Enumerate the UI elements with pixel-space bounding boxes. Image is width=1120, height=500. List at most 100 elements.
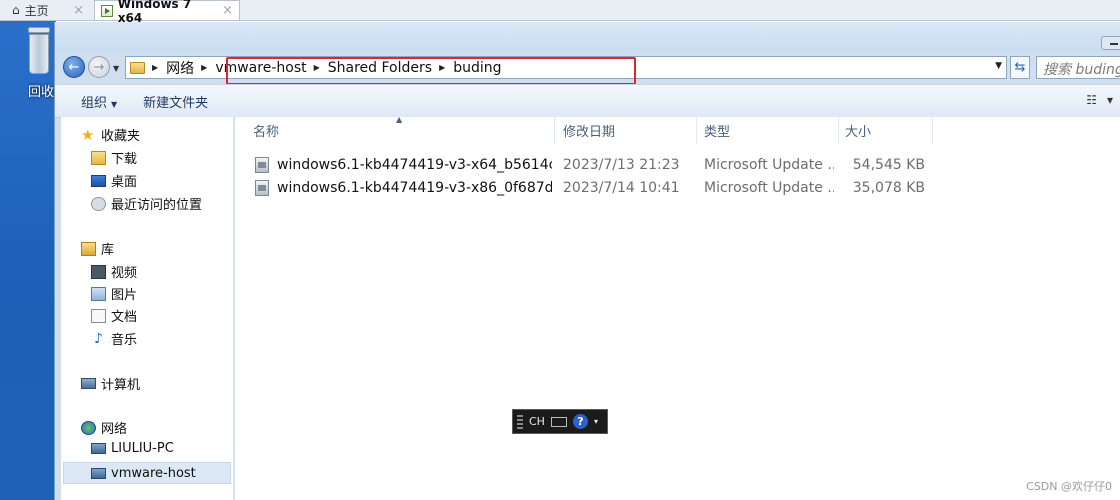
refresh-button[interactable]: ⇆ <box>1010 56 1030 79</box>
chevron-right-icon[interactable]: ▶ <box>314 63 320 72</box>
refresh-icon: ⇆ <box>1014 60 1026 75</box>
arrow-left-icon: ← <box>68 59 80 75</box>
grip-handle-icon[interactable] <box>517 414 523 429</box>
watermark: CSDN @欢仔仔0 <box>1026 480 1112 493</box>
sidebar-item-pictures[interactable]: 图片 <box>91 284 137 303</box>
network-computer-icon <box>91 467 106 479</box>
sidebar-item-label: 收藏夹 <box>101 129 141 144</box>
chevron-right-icon[interactable]: ▶ <box>201 63 207 72</box>
sidebar-item-label: 桌面 <box>111 175 138 190</box>
network-globe-icon <box>81 420 96 435</box>
computer-icon <box>81 378 96 389</box>
sidebar-item-vmware-host[interactable]: vmware-host <box>63 462 231 484</box>
folder-icon <box>130 61 145 74</box>
sidebar-item-label: 视频 <box>111 266 138 281</box>
sidebar-item-label: 库 <box>101 243 115 258</box>
file-size: 54,545 KB <box>852 157 925 173</box>
sidebar-item-libraries[interactable]: 库 <box>81 239 114 258</box>
vm-icon <box>101 4 113 17</box>
document-library-icon <box>91 308 106 323</box>
sidebar-item-label: 网络 <box>101 422 128 437</box>
sidebar-item-label: 图片 <box>111 288 138 303</box>
sidebar-item-label: 计算机 <box>101 378 141 393</box>
input-language-label[interactable]: CH <box>529 415 545 428</box>
address-bar[interactable]: ▶ 网络 ▶ vmware-host ▶ Shared Folders ▶ bu… <box>125 56 1007 85</box>
sidebar-item-downloads[interactable]: 下载 <box>91 148 137 167</box>
sidebar-item-label: vmware-host <box>111 465 196 481</box>
host-tab-vm[interactable]: Windows 7 x64 × <box>94 0 240 25</box>
keyboard-icon[interactable] <box>550 416 567 427</box>
file-name: windows6.1-kb4474419-v3-x86_0f687d5... <box>277 180 552 196</box>
sidebar-item-label: 文档 <box>111 310 138 325</box>
sidebar-item-recent-places[interactable]: 最近访问的位置 <box>91 194 202 213</box>
recycle-bin-icon[interactable] <box>26 27 52 75</box>
recent-places-icon <box>91 196 106 211</box>
file-date: 2023/7/13 21:23 <box>563 157 680 173</box>
help-icon[interactable]: ? <box>572 414 588 429</box>
star-icon: ★ <box>81 125 95 144</box>
window-titlebar <box>55 22 1120 52</box>
library-icon <box>81 241 96 256</box>
close-icon[interactable]: × <box>222 3 233 18</box>
language-bar[interactable]: CH ? ▾ <box>512 409 608 434</box>
chevron-right-icon[interactable]: ▶ <box>439 63 445 72</box>
desktop-icon <box>91 174 106 187</box>
host-tab-vm-label: Windows 7 x64 <box>117 0 192 25</box>
sidebar-item-music[interactable]: ♪ 音乐 <box>91 329 138 349</box>
arrow-right-icon: → <box>93 59 105 75</box>
breadcrumb-shared-folders[interactable]: Shared Folders <box>328 60 432 76</box>
sidebar-item-favorites[interactable]: ★ 收藏夹 <box>81 125 140 144</box>
breadcrumb-vmware-host[interactable]: vmware-host <box>215 60 306 76</box>
sidebar-item-computer[interactable]: 计算机 <box>81 374 140 393</box>
sidebar-item-documents[interactable]: 文档 <box>91 306 137 325</box>
downloads-folder-icon <box>91 150 106 165</box>
picture-library-icon <box>91 286 106 301</box>
sidebar-item-label: 下载 <box>111 152 138 167</box>
organize-button[interactable]: 组织 ▼ <box>81 92 117 111</box>
search-input[interactable]: 搜索 buding <box>1036 56 1120 79</box>
command-toolbar: 组织 ▼ 新建文件夹 ☷ ▾ <box>55 84 1120 118</box>
new-folder-button[interactable]: 新建文件夹 <box>143 92 208 111</box>
sidebar-item-network[interactable]: 网络 <box>81 418 127 437</box>
sidebar-item-liuliu-pc[interactable]: LIULIU-PC <box>91 441 174 456</box>
sidebar-item-label: 最近访问的位置 <box>111 198 203 213</box>
organize-label: 组织 <box>81 95 108 111</box>
address-dropdown-icon[interactable]: ▼ <box>995 61 1002 71</box>
column-header-type[interactable]: 类型 <box>697 117 839 144</box>
breadcrumb-buding[interactable]: buding <box>453 60 501 76</box>
recycle-bin-lid <box>28 27 50 33</box>
column-header-date[interactable]: 修改日期 <box>555 117 697 144</box>
breadcrumb-network[interactable]: 网络 <box>166 58 194 78</box>
file-type: Microsoft Update ... <box>704 157 834 173</box>
column-header-name[interactable]: 名称 <box>235 117 555 144</box>
back-button[interactable]: ← <box>63 56 85 78</box>
file-row[interactable]: windows6.1-kb4474419-v3-x86_0f687d5... 2… <box>235 177 1120 199</box>
view-options[interactable]: ☷ ▾ <box>1086 93 1113 107</box>
guest-desktop: 回收站 <box>0 21 56 500</box>
video-library-icon <box>91 264 106 279</box>
file-list: ▲ 名称 修改日期 类型 大小 windows6.1-kb4474419-v3-… <box>235 115 1120 500</box>
column-header-size[interactable]: 大小 <box>839 117 933 144</box>
file-type: Microsoft Update ... <box>704 180 834 196</box>
file-date: 2023/7/14 10:41 <box>563 180 680 196</box>
recycle-bin-label[interactable]: 回收站 <box>28 81 56 100</box>
recycle-bin-can <box>29 34 49 74</box>
file-size: 35,078 KB <box>852 180 925 196</box>
close-icon[interactable]: × <box>73 3 84 18</box>
sidebar-item-label: 音乐 <box>111 333 138 348</box>
history-dropdown-icon[interactable]: ▼ <box>113 64 119 73</box>
host-tab-home[interactable]: ⌂ 主页 × <box>6 0 90 20</box>
sidebar-item-desktop[interactable]: 桌面 <box>91 171 137 190</box>
network-computer-icon <box>91 443 106 454</box>
options-chevron-icon[interactable]: ▾ <box>594 417 598 426</box>
forward-button[interactable]: → <box>88 56 110 78</box>
msu-file-icon <box>255 180 269 196</box>
chevron-down-icon: ▾ <box>1106 93 1113 107</box>
chevron-right-icon[interactable]: ▶ <box>152 63 158 72</box>
file-row[interactable]: windows6.1-kb4474419-v3-x64_b5614c6... 2… <box>235 154 1120 176</box>
sidebar-item-label: LIULIU-PC <box>111 441 174 456</box>
host-tab-home-label: 主页 <box>24 3 49 18</box>
sidebar-item-videos[interactable]: 视频 <box>91 262 137 281</box>
navigation-pane: ★ 收藏夹 下载 桌面 最近访问的位置 库 视频 图片 文档 ♪ 音乐 计算机 … <box>61 117 234 500</box>
minimize-button[interactable] <box>1101 36 1120 50</box>
